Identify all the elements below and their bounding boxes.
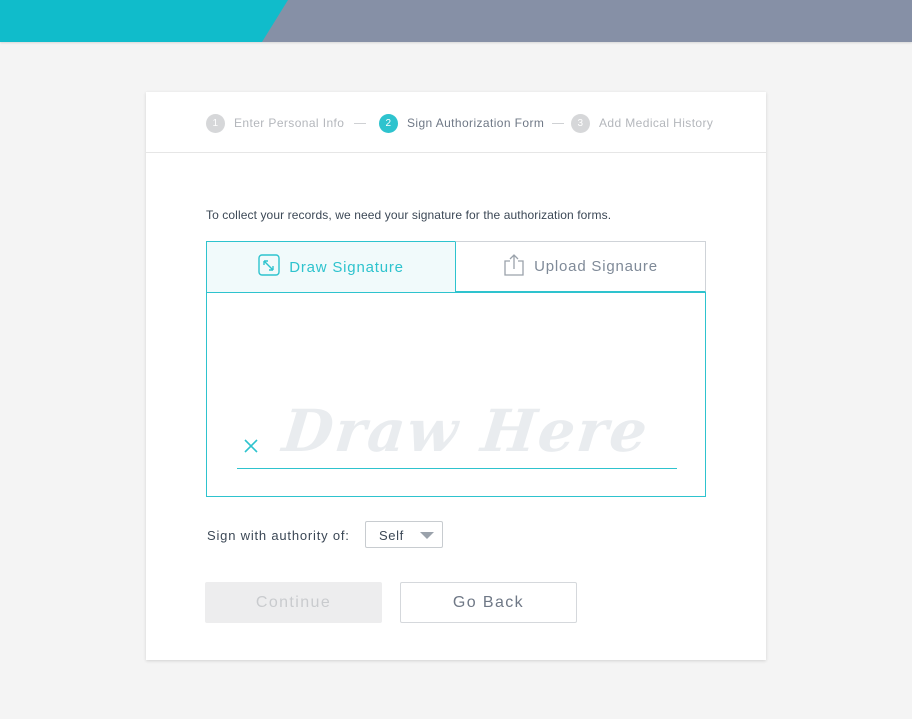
step-label: Enter Personal Info bbox=[234, 116, 345, 130]
tab-upload-signature[interactable]: Upload Signaure bbox=[455, 241, 706, 292]
progress-stepper: 1 Enter Personal Info 2 Sign Authorizati… bbox=[146, 92, 766, 153]
continue-button[interactable]: Continue bbox=[205, 582, 382, 623]
draw-here-placeholder: Draw Here bbox=[279, 397, 653, 465]
authority-label: Sign with authority of: bbox=[207, 528, 350, 543]
authorization-card: 1 Enter Personal Info 2 Sign Authorizati… bbox=[146, 92, 766, 660]
authority-selected-value: Self bbox=[379, 528, 404, 543]
intro-text: To collect your records, we need your si… bbox=[206, 208, 612, 222]
step-label: Sign Authorization Form bbox=[407, 116, 545, 130]
step-1: 1 Enter Personal Info bbox=[206, 113, 345, 133]
step-number: 2 bbox=[379, 113, 398, 133]
signature-canvas[interactable]: Draw Here bbox=[206, 292, 706, 497]
step-2: 2 Sign Authorization Form bbox=[379, 113, 545, 133]
tab-draw-signature[interactable]: Draw Signature bbox=[206, 241, 456, 292]
step-number: 3 bbox=[571, 113, 590, 133]
tab-label: Draw Signature bbox=[289, 258, 404, 276]
step-label: Add Medical History bbox=[599, 116, 714, 130]
top-header-bar bbox=[0, 0, 912, 42]
step-3: 3 Add Medical History bbox=[571, 113, 714, 133]
tab-label: Upload Signaure bbox=[534, 258, 658, 275]
go-back-button[interactable]: Go Back bbox=[400, 582, 577, 623]
signature-baseline bbox=[237, 468, 677, 469]
close-icon[interactable] bbox=[243, 438, 259, 454]
chevron-down-icon bbox=[420, 532, 434, 539]
step-number: 1 bbox=[206, 113, 225, 133]
authority-select[interactable]: Self bbox=[365, 521, 443, 548]
upload-icon bbox=[503, 253, 534, 281]
header-accent bbox=[0, 0, 288, 42]
draw-signature-icon bbox=[258, 254, 289, 280]
step-separator bbox=[354, 123, 366, 124]
signature-box: Draw Signature Upload Signaure Draw Here bbox=[206, 241, 706, 497]
step-separator bbox=[552, 123, 564, 124]
